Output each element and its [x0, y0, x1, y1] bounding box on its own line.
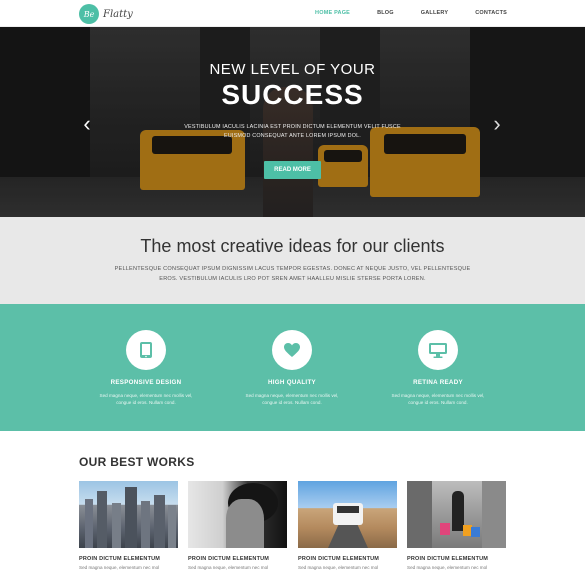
work-title[interactable]: PROIN DICTUM ELEMENTUM [298, 556, 397, 562]
feature-desc: Sed magna neque, elementum nec mollis ve… [99, 393, 193, 405]
logo[interactable]: Be Flatty [79, 4, 133, 24]
work-item[interactable]: PROIN DICTUM ELEMENTUM Sed magna neque, … [79, 481, 178, 570]
intro-title: The most creative ideas for our clients [140, 236, 445, 256]
work-title[interactable]: PROIN DICTUM ELEMENTUM [407, 556, 506, 562]
heart-icon [272, 330, 312, 370]
hero-slider: NEW LEVEL OF YOUR SUCCESS VESTIBULUM IAC… [0, 27, 585, 217]
tablet-icon [126, 330, 166, 370]
work-title[interactable]: PROIN DICTUM ELEMENTUM [188, 556, 287, 562]
feature-retina-ready: RETINA READY Sed magna neque, elementum … [373, 330, 503, 406]
monitor-icon [418, 330, 458, 370]
logo-text: Flatty [103, 8, 133, 20]
feature-desc: Sed magna neque, elementum nec mollis ve… [245, 393, 339, 405]
nav-blog[interactable]: BLOG [377, 10, 394, 16]
feature-desc: Sed magna neque, elementum nec mollis ve… [391, 393, 485, 405]
hero-title: SUCCESS [221, 79, 364, 110]
nav-contacts[interactable]: CONTACTS [475, 10, 507, 16]
read-more-button[interactable]: READ MORE [264, 161, 321, 179]
work-desc: Sed magna neque, elementum nec mol [407, 565, 488, 570]
feature-title: HIGH QUALITY [268, 379, 316, 386]
work-item[interactable]: PROIN DICTUM ELEMENTUM Sed magna neque, … [188, 481, 287, 570]
work-image-road[interactable] [298, 481, 397, 548]
work-item[interactable]: PROIN DICTUM ELEMENTUM Sed magna neque, … [298, 481, 397, 570]
work-image-shopping[interactable] [407, 481, 506, 548]
feature-title: RESPONSIVE DESIGN [110, 379, 182, 386]
intro-text: PELLENTESQUE CONSEQUAT IPSUM DIGNISSIM L… [114, 266, 471, 282]
work-desc: Sed magna neque, elementum nec mol [298, 565, 379, 570]
feature-high-quality: HIGH QUALITY Sed magna neque, elementum … [227, 330, 357, 406]
feature-title: RETINA READY [413, 379, 463, 386]
site-header: Be Flatty HOME PAGE BLOG GALLERY CONTACT… [0, 0, 585, 27]
main-nav: HOME PAGE BLOG GALLERY CONTACTS [288, 10, 507, 16]
work-desc: Sed magna neque, elementum nec mol [188, 565, 269, 570]
work-image-portrait[interactable] [188, 481, 287, 548]
hero-subtitle: NEW LEVEL OF YOUR [209, 61, 376, 78]
logo-badge: Be [79, 4, 99, 24]
nav-gallery[interactable]: GALLERY [421, 10, 448, 16]
work-title[interactable]: PROIN DICTUM ELEMENTUM [79, 556, 178, 562]
chevron-right-icon[interactable]: › [488, 111, 506, 137]
feature-responsive-design: RESPONSIVE DESIGN Sed magna neque, eleme… [81, 330, 211, 406]
intro-section: The most creative ideas for our clients … [0, 217, 585, 304]
works-title: OUR BEST WORKS [79, 455, 195, 469]
work-image-city[interactable] [79, 481, 178, 548]
work-desc: Sed magna neque, elementum nec mol [79, 565, 160, 570]
nav-home-page[interactable]: HOME PAGE [315, 10, 350, 16]
chevron-left-icon[interactable]: ‹ [78, 111, 96, 137]
features-section: RESPONSIVE DESIGN Sed magna neque, eleme… [0, 304, 585, 431]
work-item[interactable]: PROIN DICTUM ELEMENTUM Sed magna neque, … [407, 481, 506, 570]
hero-description: VESTIBULUM IACULIS LACINIA EST PROIN DIC… [184, 124, 401, 139]
